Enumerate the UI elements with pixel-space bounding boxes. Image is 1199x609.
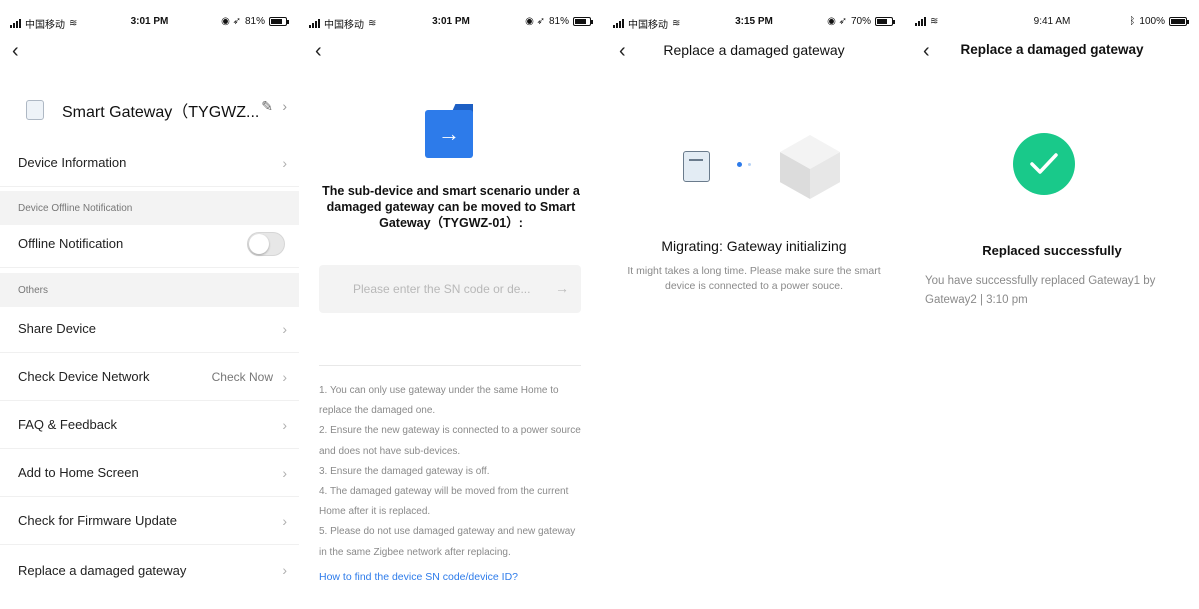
bluetooth-icon: ᛒ — [1129, 16, 1136, 27]
submit-arrow-icon[interactable]: → — [555, 280, 569, 296]
edit-pencil-icon[interactable]: ✎ — [261, 98, 273, 115]
battery-percent: 81% — [244, 16, 265, 27]
chevron-right-icon: › — [282, 416, 287, 433]
status-bar: 中国移动 ≋ 3:01 PM ◉ ➶ 81% — [0, 0, 299, 40]
migrating-description: It might takes a long time. Please make … — [627, 265, 881, 292]
item-label: Share Device — [18, 321, 97, 336]
chevron-right-icon: › — [282, 320, 287, 337]
migrating-screen: 中国移动 ≋ 3:15 PM ◉ ➶ 70% ‹ Replace a damag… — [603, 0, 905, 609]
gateway-thumbnail — [26, 100, 44, 120]
location-icon: ◉ ➶ — [827, 16, 847, 27]
device-name: Smart Gateway（TYGWZ... — [62, 104, 260, 121]
item-label: Replace a damaged gateway — [18, 562, 187, 578]
chevron-right-icon: › — [282, 512, 287, 529]
offline-notification-item: Offline Notification — [0, 220, 299, 268]
checkmark-icon — [1013, 133, 1075, 195]
back-chevron-icon[interactable]: ‹ — [315, 40, 335, 62]
tip-item: 2. Ensure the new gateway is connected t… — [319, 425, 581, 457]
location-icon: ◉ ➶ — [221, 16, 241, 27]
migration-message: The sub-device and smart scenario under … — [322, 184, 580, 230]
tip-item: 5. Please do not use damaged gateway and… — [319, 526, 576, 558]
item-label: Check Device Network — [18, 369, 150, 384]
replace-gateway-input-screen: 中国移动 ≋ 3:01 PM ◉ ➶ 81% ‹ → The sub-devic… — [299, 0, 603, 609]
device-information-item[interactable]: Device Information › — [0, 139, 299, 187]
phone-device-icon — [683, 151, 710, 182]
status-bar: 中国移动 ≋ 3:15 PM ◉ ➶ 70% — [603, 0, 905, 40]
replace-gateway-item[interactable]: Replace a damaged gateway › — [0, 546, 299, 594]
battery-icon — [269, 17, 289, 26]
folder-arrow-icon: → — [425, 104, 473, 158]
item-label: Add to Home Screen — [18, 465, 139, 480]
gateway-cube-icon — [780, 135, 840, 199]
check-device-network-item[interactable]: Check Device Network Check Now › — [0, 353, 299, 401]
chevron-right-icon: › — [282, 464, 287, 481]
battery-icon — [875, 17, 895, 26]
status-right: ◉ ➶ 81% — [221, 16, 289, 27]
location-icon: ◉ ➶ — [525, 16, 545, 27]
offline-notification-toggle[interactable] — [247, 231, 285, 256]
chevron-right-icon: › — [282, 562, 287, 578]
item-label: Device Information — [18, 155, 127, 170]
section-header: Others — [0, 273, 299, 307]
item-label: Offline Notification — [18, 236, 124, 251]
replace-success-screen: ≋ 9:41 AM ᛒ 100% ‹ Replace a damaged gat… — [905, 0, 1199, 609]
share-device-item[interactable]: Share Device › — [0, 305, 299, 353]
tip-item: 1. You can only use gateway under the sa… — [319, 385, 559, 417]
firmware-update-item[interactable]: Check for Firmware Update › — [0, 497, 299, 545]
find-sn-code-link[interactable]: How to find the device SN code/device ID… — [319, 571, 518, 583]
battery-percent: 100% — [1139, 16, 1165, 27]
sn-code-input[interactable] — [319, 265, 581, 313]
battery-percent: 81% — [548, 16, 569, 27]
tips-list: 1. You can only use gateway under the sa… — [319, 381, 585, 563]
success-description: You have successfully replaced Gateway1 … — [925, 275, 1156, 306]
battery-percent: 70% — [850, 16, 871, 27]
progress-dots — [737, 162, 751, 167]
device-header[interactable]: Smart Gateway（TYGWZ... ✎ › — [0, 80, 299, 140]
chevron-right-icon: › — [282, 98, 287, 114]
status-right: ◉ ➶ 70% — [827, 16, 895, 27]
chevron-right-icon: › — [282, 154, 287, 171]
tip-item: 4. The damaged gateway will be moved fro… — [319, 486, 569, 518]
success-heading: Replaced successfully — [982, 243, 1122, 258]
tip-item: 3. Ensure the damaged gateway is off. — [319, 465, 490, 477]
faq-feedback-item[interactable]: FAQ & Feedback › — [0, 401, 299, 449]
item-label: Check for Firmware Update — [18, 513, 177, 528]
status-bar: 中国移动 ≋ 3:01 PM ◉ ➶ 81% — [299, 0, 603, 40]
back-chevron-icon[interactable]: ‹ — [12, 40, 32, 62]
battery-icon — [1169, 17, 1189, 26]
device-settings-screen: 中国移动 ≋ 3:01 PM ◉ ➶ 81% ‹ Smart Gateway（T… — [0, 0, 299, 609]
migrating-heading: Migrating: Gateway initializing — [661, 238, 847, 254]
nav-title: Replace a damaged gateway — [960, 42, 1144, 57]
divider — [319, 365, 581, 366]
check-now-link[interactable]: Check Now — [212, 370, 273, 384]
battery-icon — [573, 17, 593, 26]
item-label: FAQ & Feedback — [18, 417, 117, 432]
status-bar: ≋ 9:41 AM ᛒ 100% — [905, 0, 1199, 40]
nav-title: Replace a damaged gateway — [663, 42, 845, 58]
add-to-home-screen-item[interactable]: Add to Home Screen › — [0, 449, 299, 497]
chevron-right-icon: › — [282, 368, 287, 385]
status-right: ◉ ➶ 81% — [525, 16, 593, 27]
status-right: ᛒ 100% — [1129, 16, 1189, 27]
